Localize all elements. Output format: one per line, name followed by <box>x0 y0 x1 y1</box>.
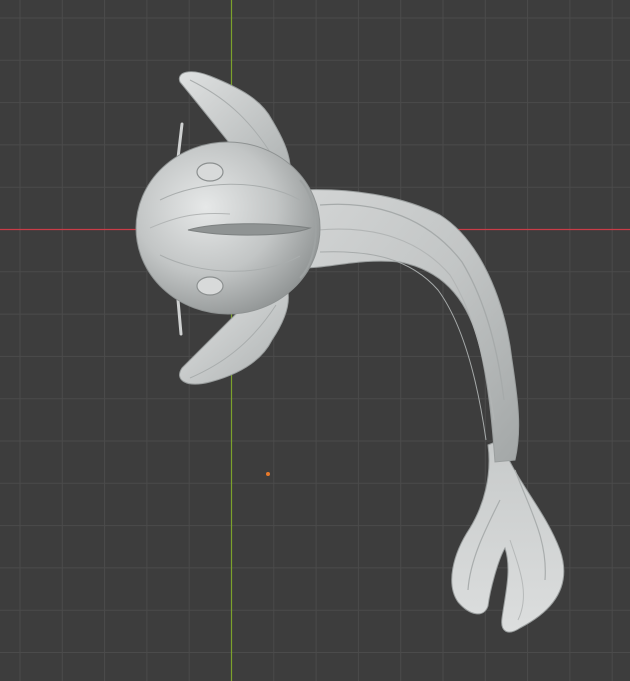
lower-barbel <box>176 298 183 336</box>
3d-viewport[interactable] <box>0 0 630 681</box>
tail-fin <box>451 439 565 633</box>
upper-barbel <box>176 122 184 160</box>
viewport-canvas[interactable] <box>0 0 630 681</box>
left-eye <box>196 162 224 182</box>
object-origin-marker[interactable] <box>266 472 270 476</box>
fish-body <box>299 189 520 463</box>
right-eye <box>196 276 224 296</box>
fish-model[interactable] <box>135 71 565 633</box>
